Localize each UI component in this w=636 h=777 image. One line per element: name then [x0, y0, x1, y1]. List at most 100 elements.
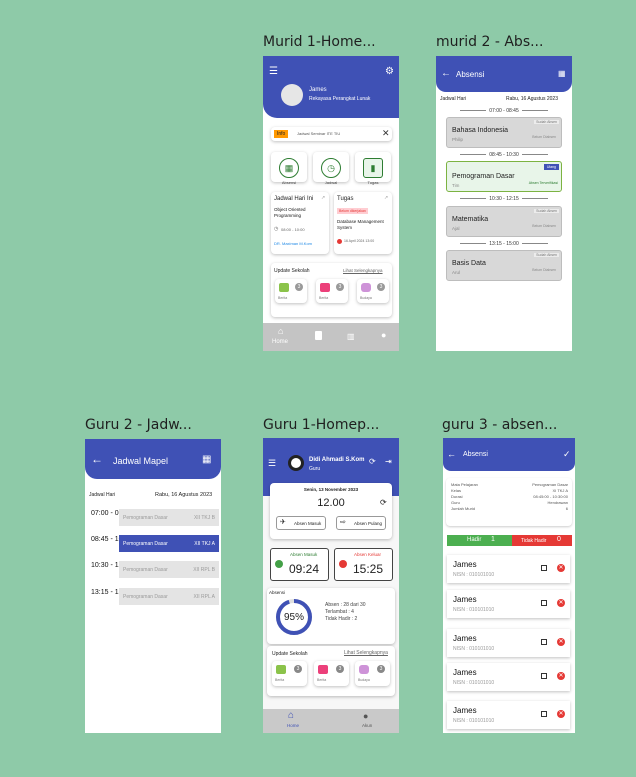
absent-x-icon[interactable]: ✕	[557, 564, 565, 572]
stats-title: Absensi	[269, 590, 286, 595]
lesson-card-active[interactable]: Ulang Pemograman Dasar Tim Absen Terveri…	[446, 161, 562, 192]
chat-icon	[361, 283, 371, 292]
schedule-row[interactable]: 07:00 - 08:45 Pemograman Dasar XII TKJ B	[91, 508, 219, 530]
calendar-icon: ▦	[279, 158, 299, 178]
confirm-check-icon[interactable]: ✓	[563, 449, 571, 460]
schedule-class: XII RPL B	[193, 566, 215, 573]
menu-absensi[interactable]: ▦ Absensi	[271, 152, 307, 185]
update-item[interactable]: 3 Budaya	[355, 661, 390, 686]
bottom-nav: ⌂ Home ● Akun	[263, 709, 399, 733]
retry-button[interactable]: Ulang	[543, 164, 559, 170]
attendance-stats-card: Absensi 95% Absen : 28 dari 30 Terlambat…	[267, 588, 395, 644]
schedule-subject: Pemograman Dasar	[123, 540, 168, 547]
clock-icon: ◷	[321, 158, 341, 178]
chart-icon[interactable]: ▥	[347, 332, 355, 341]
absent-x-icon[interactable]: ✕	[557, 672, 565, 680]
absent-x-icon[interactable]: ✕	[557, 710, 565, 718]
alarm-icon	[337, 239, 342, 244]
clock-in-label: Absen Masuk	[294, 521, 322, 526]
news-icon	[279, 283, 289, 292]
home-icon[interactable]: ⌂	[278, 326, 283, 336]
profile-header: ☰ ⚙ James Rekayasa Perangkat Lunak	[263, 56, 399, 118]
update-item[interactable]: 3 Berita	[272, 661, 307, 686]
clock-out-button[interactable]: ⇨ Absen Pulang	[336, 516, 386, 530]
calendar-icon[interactable]: ▦	[202, 454, 211, 465]
absent-x-icon[interactable]: ✕	[557, 638, 565, 646]
calendar-icon[interactable]: ▦	[558, 69, 566, 78]
student-nisn: NISN : 010101010	[453, 572, 495, 578]
schedule-title: Jadwal Hari Ini	[274, 196, 314, 202]
lesson-card[interactable]: Sudah Absen Matematika Ajal Belum Diabse…	[446, 206, 562, 237]
menu-tugas[interactable]: ▮ Tugas	[355, 152, 391, 185]
back-arrow-icon[interactable]: ←	[91, 452, 103, 466]
schedule-row[interactable]: 13:15 - 15:00 Pemograman Dasar XII RPL A	[91, 587, 219, 609]
info-value: Hendrawan	[547, 500, 568, 505]
share-icon[interactable]: ↗	[384, 195, 388, 201]
stat-late: Terlambat : 4	[325, 609, 354, 615]
lesson-teacher: Ajal	[452, 226, 460, 231]
schedule-time: 08:00 - 10:00	[281, 227, 305, 232]
student-row: James NISN : 010101010 ✕	[447, 701, 570, 729]
clock-out-time: 15:25	[353, 562, 384, 576]
clock-card: Senin, 13 November 2023 12.00 ⟳ ✈ Absen …	[270, 483, 392, 539]
present-checkbox[interactable]	[541, 673, 547, 679]
info-key: Jumlah Murid	[451, 506, 476, 511]
present-checkbox[interactable]	[541, 600, 547, 606]
present-checkbox[interactable]	[541, 565, 547, 571]
schedule-row[interactable]: 10:30 - 12:15 Pemograman Dasar XII RPL B	[91, 560, 219, 582]
update-item[interactable]: 3 Berita	[316, 279, 348, 303]
schedule-subject: Pemograman Dasar	[123, 514, 168, 521]
schedule-card[interactable]: Jadwal Hari Ini ↗ Object Oriented Progra…	[271, 192, 329, 254]
clock-in-button[interactable]: ✈ Absen Masuk	[276, 516, 326, 530]
lesson-subject: Basis Data	[452, 260, 486, 267]
refresh-icon[interactable]: ⟳	[380, 498, 387, 507]
logout-icon[interactable]: ⇥	[385, 457, 392, 466]
task-card[interactable]: Tugas ↗ Belum dikerjakan Database Manage…	[334, 192, 392, 254]
profile-icon[interactable]: ●	[381, 330, 386, 340]
account-icon[interactable]: ●	[363, 711, 368, 721]
share-icon[interactable]: ↗	[321, 195, 325, 201]
absent-x-icon[interactable]: ✕	[557, 599, 565, 607]
update-item[interactable]: 3 Berita	[275, 279, 307, 303]
clock-in-card: Absen Masuk 09:24	[270, 548, 329, 581]
update-item[interactable]: 3 Budaya	[357, 279, 389, 303]
schedule-subject: Object Oriented Programming	[274, 207, 306, 218]
see-more-link[interactable]: Lihat Selengkapnya	[344, 650, 388, 656]
schedule-row-active[interactable]: 08:45 - 10:30 Pemograman Dasar XII TKJ A	[91, 534, 219, 556]
menu-jadwal[interactable]: ◷ Jadwal	[313, 152, 349, 185]
clipboard-icon[interactable]	[315, 331, 322, 340]
task-subject: Database Management System	[337, 219, 384, 230]
update-label: Berita	[275, 678, 285, 682]
menu-label: Absensi	[281, 180, 297, 185]
nav-akun-label: Akun	[362, 723, 373, 728]
date-label: Jadwal Hari	[89, 492, 116, 498]
back-arrow-icon[interactable]: ←	[447, 449, 456, 459]
student-nisn: NISN : 010101010	[453, 646, 495, 652]
lesson-card[interactable]: Sudah Absen Bahasa Indonesia Philip Belu…	[446, 117, 562, 148]
screen-guru2-jadwal: ← Jadwal Mapel ▦ Jadwal Hari Rabu, 16 Ag…	[85, 439, 221, 733]
close-icon[interactable]: ✕	[382, 128, 390, 139]
menu-icon[interactable]: ☰	[269, 66, 278, 77]
back-arrow-icon[interactable]: ←	[441, 68, 451, 79]
task-title: Tugas	[337, 196, 354, 202]
student-name: James	[453, 706, 477, 715]
settings-icon[interactable]: ⚙	[385, 66, 394, 77]
present-checkbox[interactable]	[541, 639, 547, 645]
update-label: Berita	[319, 296, 329, 300]
present-checkbox[interactable]	[541, 711, 547, 717]
menu-icon[interactable]: ☰	[268, 458, 276, 469]
student-row: James NISN : 010101010 ✕	[447, 555, 570, 583]
student-row: James NISN : 010101010 ✕	[447, 629, 570, 657]
refresh-icon[interactable]: ⟳	[369, 457, 376, 466]
lesson-card[interactable]: Sudah Absen Basis Data Arul Belum Diabse…	[446, 250, 562, 281]
info-banner[interactable]: Info Jadwal Seminar ITE TIU ✕	[271, 127, 392, 141]
absent-count: 0	[557, 536, 561, 543]
see-more-link[interactable]: Lihat Selengkapnya	[343, 268, 383, 273]
date-value: Rabu, 16 Agustus 2023	[506, 96, 558, 102]
warning-icon	[339, 560, 347, 568]
update-item[interactable]: 3 Berita	[314, 661, 349, 686]
stat-present: Absen : 28 dari 30	[325, 602, 366, 608]
update-title: Update Sekolah	[274, 268, 310, 274]
home-icon[interactable]: ⌂	[288, 710, 294, 721]
student-nisn: NISN : 010101010	[453, 718, 495, 724]
